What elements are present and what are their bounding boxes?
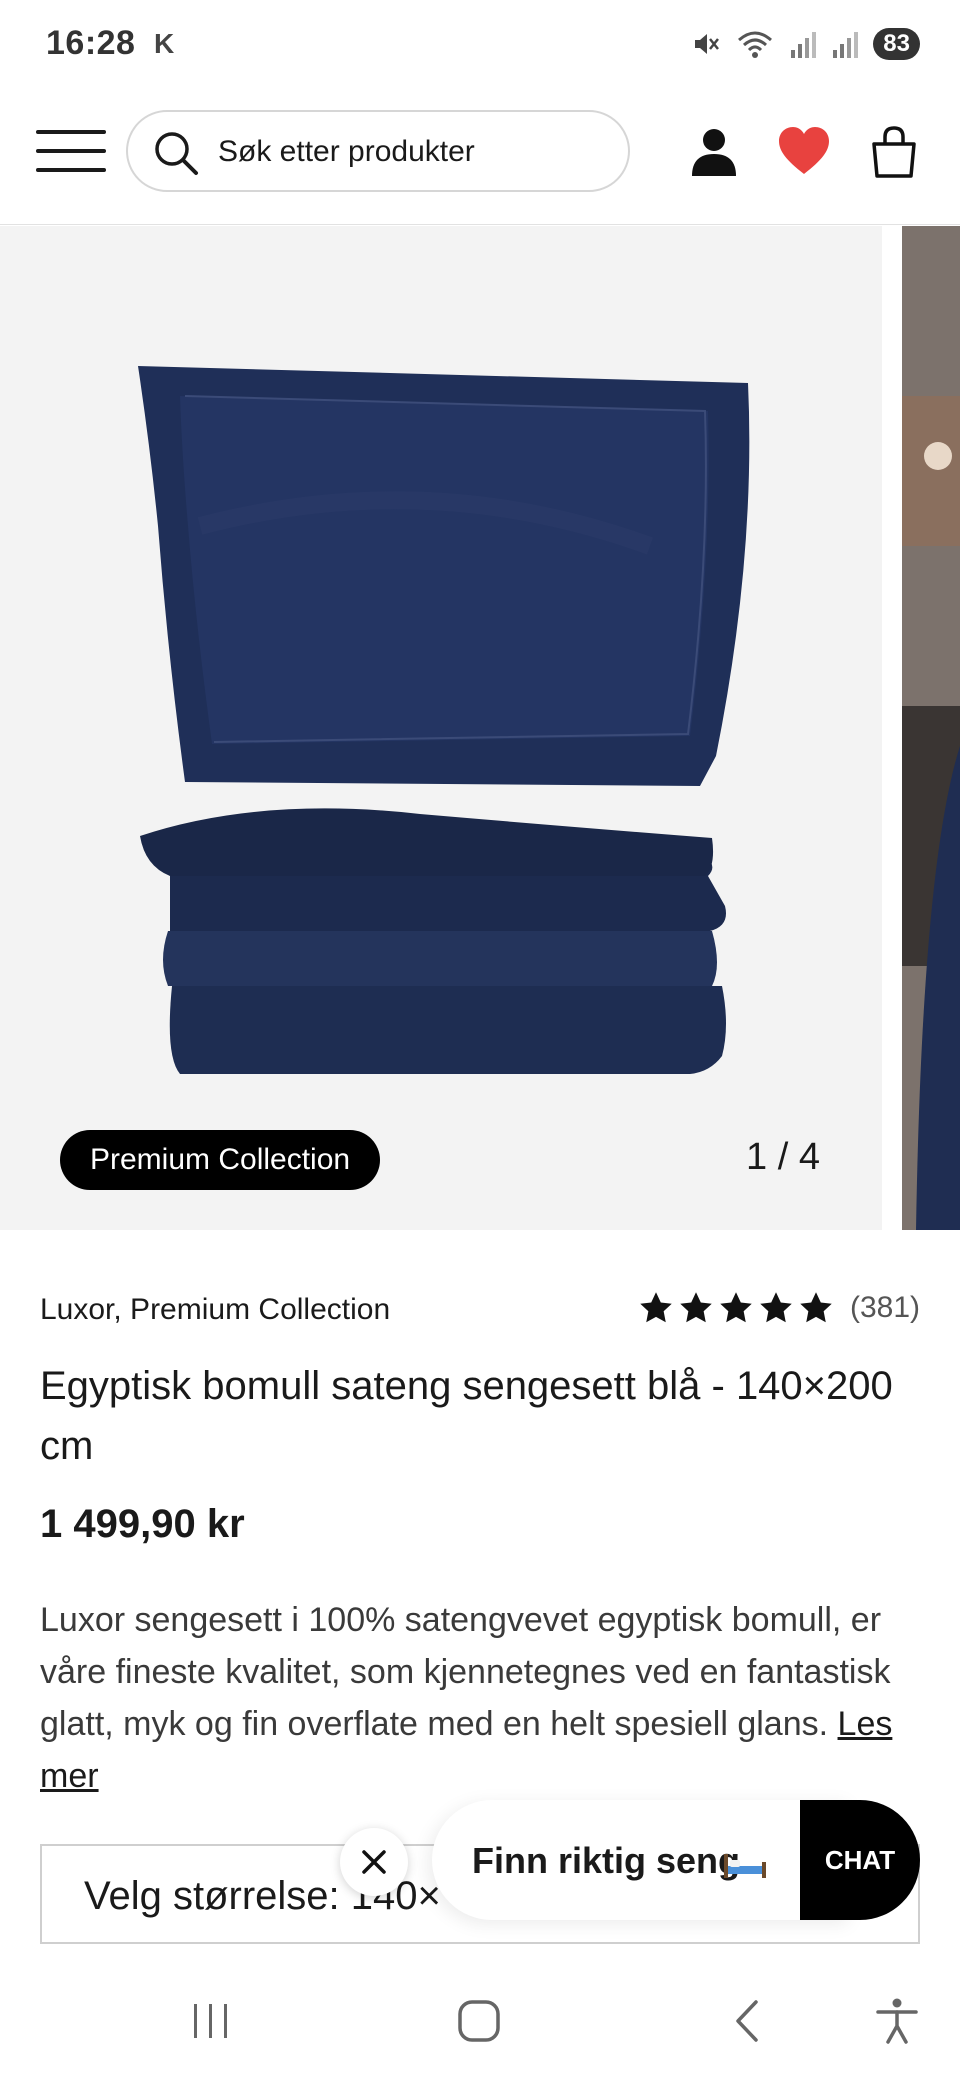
- product-price: 1 499,90 kr: [40, 1502, 245, 1546]
- menu-button[interactable]: [36, 126, 106, 176]
- next-image-preview[interactable]: [902, 226, 960, 1230]
- system-nav-bar: [0, 1958, 960, 2080]
- status-bar: 16:28 K 83: [0, 0, 960, 90]
- account-icon[interactable]: [686, 124, 742, 180]
- star-icon: [640, 1292, 672, 1323]
- heart-icon[interactable]: [776, 124, 832, 180]
- search-bar[interactable]: [126, 110, 630, 192]
- recent-apps-icon[interactable]: [186, 1996, 236, 2046]
- menu-icon: [36, 130, 106, 134]
- product-brand[interactable]: Luxor, Premium Collection: [40, 1293, 390, 1327]
- battery-icon: 83: [873, 28, 920, 60]
- rating-count: (381): [849, 1291, 920, 1324]
- star-icon: [760, 1292, 792, 1323]
- product-rating[interactable]: (381): [638, 1290, 920, 1326]
- collection-badge: Premium Collection: [60, 1130, 381, 1190]
- chat-prompt-text: Finn riktig seng: [472, 1840, 741, 1881]
- back-icon[interactable]: [724, 1996, 774, 2046]
- close-icon: [362, 1850, 386, 1874]
- star-icon: [680, 1292, 712, 1323]
- bed-icon: [724, 1854, 766, 1878]
- chat-prompt[interactable]: Finn riktig seng: [432, 1800, 852, 1920]
- status-time: 16:28: [46, 24, 136, 62]
- signal-icon: [791, 32, 817, 58]
- product-image[interactable]: Premium Collection 1 / 4: [0, 226, 882, 1230]
- product-title: Egyptisk bomull sateng sengesett blå - 1…: [40, 1364, 893, 1468]
- search-input[interactable]: [218, 130, 598, 174]
- star-icon: [800, 1292, 832, 1323]
- star-icon: [720, 1292, 752, 1323]
- description-text: Luxor sengesett i 100% satengvevet egypt…: [40, 1601, 891, 1743]
- home-icon[interactable]: [454, 1996, 504, 2046]
- site-header: [0, 90, 960, 225]
- image-counter: 1 / 4: [746, 1136, 820, 1178]
- chat-close-button[interactable]: [340, 1828, 408, 1896]
- mute-icon: [695, 34, 720, 54]
- accessibility-icon[interactable]: [872, 1996, 922, 2046]
- status-icons: 83: [689, 26, 920, 62]
- product-gallery[interactable]: Premium Collection 1 / 4: [0, 226, 960, 1230]
- carrier-glyph: K: [154, 28, 175, 59]
- search-icon: [155, 132, 198, 175]
- product-description: Luxor sengesett i 100% satengvevet egypt…: [40, 1594, 920, 1802]
- chat-button[interactable]: CHAT: [800, 1800, 920, 1920]
- bedding-illustration: [138, 366, 750, 1074]
- wifi-icon: [738, 31, 773, 58]
- signal-icon: [833, 32, 859, 58]
- bag-icon[interactable]: [866, 124, 922, 180]
